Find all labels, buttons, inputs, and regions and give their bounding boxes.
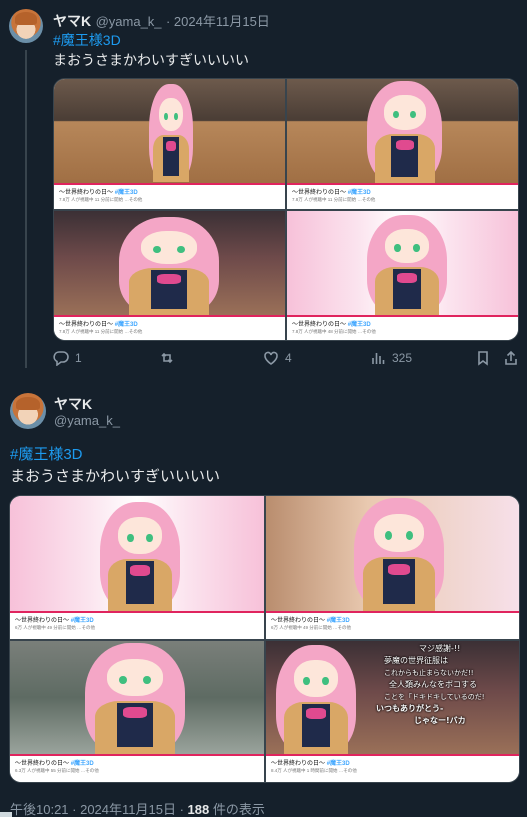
message-line: これからも止まらないかだ!! bbox=[384, 669, 474, 677]
character bbox=[367, 215, 447, 315]
author-handle[interactable]: @yama_k_ bbox=[96, 14, 162, 29]
tweet-text: まおうさまかわいすぎいいいい bbox=[53, 52, 249, 68]
view-count[interactable]: 188 bbox=[188, 802, 210, 817]
bookmark-icon bbox=[478, 351, 488, 366]
stream-info-bar: ～世界終わりの日～ #魔王3D 6万 人が視聴中 49 分前に開始 …その他 bbox=[266, 611, 519, 639]
stream-meta: 7.8万 人が視聴中 11 分前に開始 …その他 bbox=[59, 329, 143, 334]
video-frame bbox=[54, 211, 285, 315]
stream-info-bar: ～世界終わりの日～ #魔王3D 8.4万 人が視聴中 1 時間前に開始 …その他 bbox=[266, 754, 519, 782]
video-frame bbox=[10, 496, 264, 611]
message-line: じゃなー!バカ bbox=[414, 716, 466, 725]
reply-button[interactable]: 1 bbox=[53, 350, 82, 366]
character bbox=[149, 84, 193, 182]
hashtag-link[interactable]: #魔王様3D bbox=[10, 443, 83, 464]
stream-info-bar: ～世界終わりの日～ #魔王3D 7.8万 人が視聴中 11 分前に開始 …その他 bbox=[54, 315, 285, 340]
stream-tag: #魔王3D bbox=[114, 190, 138, 196]
share-button[interactable] bbox=[503, 350, 519, 366]
like-count: 4 bbox=[285, 351, 292, 365]
views-count: 325 bbox=[392, 351, 413, 365]
media-grid: ～世界終わりの日～ #魔王3D 6万 人が視聴中 49 分前に開始 …その他 ～… bbox=[9, 495, 520, 783]
media-item[interactable]: ～世界終わりの日～ #魔王3D 6万 人が視聴中 49 分前に開始 …その他 bbox=[10, 496, 264, 639]
stream-meta: 8.4万 人が視聴中 1 時間前に開始 …その他 bbox=[271, 768, 357, 773]
avatar[interactable] bbox=[9, 9, 43, 43]
author-handle[interactable]: @yama_k_ bbox=[54, 413, 120, 428]
tweet-date[interactable]: · 2024年11月15日 bbox=[166, 14, 270, 29]
stream-meta: 7.8万 人が視聴中 11 分前に開始 …その他 bbox=[292, 197, 376, 202]
hashtag-link[interactable]: #魔王様3D bbox=[53, 30, 121, 50]
character bbox=[354, 498, 444, 611]
stream-meta: 7.8万 人が視聴中 11 分前に開始 …その他 bbox=[59, 197, 143, 202]
video-frame bbox=[287, 211, 518, 315]
handwritten-message: マジ感謝-!! 夢魔の世界征服は これからも止まらないかだ!! 全人類みんなをボ… bbox=[364, 643, 516, 751]
stream-title: ～世界終わりの日～ bbox=[292, 322, 347, 328]
media-item[interactable]: ～世界終わりの日～ #魔王3D 6万 人が視聴中 49 分前に開始 …その他 bbox=[266, 496, 519, 639]
stream-meta: 7.8万 人が視聴中 48 分前に開始 …その他 bbox=[292, 329, 376, 334]
stream-tag: #魔王3D bbox=[114, 322, 138, 328]
stream-title: ～世界終わりの日～ bbox=[59, 322, 114, 328]
share-icon bbox=[505, 350, 517, 365]
stream-tag: #魔王3D bbox=[70, 761, 94, 767]
stream-meta: 6万 人が視聴中 49 分前に開始 …その他 bbox=[15, 625, 96, 630]
stream-info-bar: ～世界終わりの日～ #魔王3D 7.8万 人が視聴中 11 分前に開始 …その他 bbox=[54, 183, 285, 209]
video-frame bbox=[54, 79, 285, 183]
video-frame bbox=[10, 641, 264, 754]
scrollbar-corner bbox=[0, 812, 12, 817]
views-button[interactable]: 325 bbox=[370, 350, 412, 366]
reply-count: 1 bbox=[75, 351, 82, 365]
stream-title: ～世界終わりの日～ bbox=[15, 761, 70, 767]
stream-title: ～世界終わりの日～ bbox=[59, 190, 114, 196]
stream-title: ～世界終わりの日～ bbox=[271, 618, 326, 624]
video-frame: マジ感謝-!! 夢魔の世界征服は これからも止まらないかだ!! 全人類みんなをボ… bbox=[266, 641, 519, 754]
bar-chart-icon bbox=[372, 353, 385, 364]
thread-line bbox=[25, 50, 27, 368]
like-button[interactable]: 4 bbox=[263, 350, 292, 366]
media-item[interactable]: ～世界終わりの日～ #魔王3D 7.8万 人が視聴中 11 分前に開始 …その他 bbox=[54, 211, 285, 340]
character bbox=[367, 81, 442, 183]
tweet-text: まおうさまかわいすぎいいいい bbox=[10, 468, 221, 485]
character bbox=[100, 502, 180, 611]
tweet-timestamp-views: 午後10:21 · 2024年11月15日 · 188 件の表示 bbox=[10, 799, 265, 817]
retweet-button[interactable] bbox=[159, 350, 181, 366]
message-line: いつもありがとう- bbox=[376, 704, 444, 713]
message-line: 全人類みんなをボコする bbox=[389, 680, 477, 689]
media-item[interactable]: ～世界終わりの日～ #魔王3D 7.8万 人が視聴中 11 分前に開始 …その他 bbox=[54, 79, 285, 209]
author-name[interactable]: ヤマK bbox=[53, 13, 91, 29]
author-name[interactable]: ヤマK bbox=[54, 394, 92, 414]
stream-tag: #魔王3D bbox=[347, 322, 371, 328]
action-bar: 1 4 325 bbox=[53, 350, 523, 372]
stream-meta: 6万 人が視聴中 49 分前に開始 …その他 bbox=[271, 625, 352, 630]
media-grid: ～世界終わりの日～ #魔王3D 7.8万 人が視聴中 11 分前に開始 …その他… bbox=[53, 78, 519, 341]
stream-tag: #魔王3D bbox=[347, 190, 371, 196]
stream-title: ～世界終わりの日～ bbox=[271, 761, 326, 767]
character bbox=[119, 217, 219, 315]
stream-title: ～世界終わりの日～ bbox=[15, 618, 70, 624]
stream-tag: #魔王3D bbox=[326, 761, 350, 767]
video-frame bbox=[266, 496, 519, 611]
avatar[interactable] bbox=[10, 393, 46, 429]
stream-info-bar: ～世界終わりの日～ #魔王3D 6万 人が視聴中 49 分前に開始 …その他 bbox=[10, 611, 264, 639]
stream-meta: 6.3万 人が視聴中 55 分前に開始 …その他 bbox=[15, 768, 99, 773]
stream-info-bar: ～世界終わりの日～ #魔王3D 7.8万 人が視聴中 48 分前に開始 …その他 bbox=[287, 315, 518, 340]
character bbox=[276, 645, 356, 754]
stream-tag: #魔王3D bbox=[326, 618, 350, 624]
media-item[interactable]: マジ感謝-!! 夢魔の世界征服は これからも止まらないかだ!! 全人類みんなをボ… bbox=[266, 641, 519, 782]
video-frame bbox=[287, 79, 518, 183]
bookmark-button[interactable] bbox=[475, 350, 491, 366]
view-label: 件の表示 bbox=[212, 802, 265, 817]
message-line: ことを「ドキドキしているのだ! bbox=[384, 693, 485, 701]
stream-info-bar: ～世界終わりの日～ #魔王3D 7.8万 人が視聴中 11 分前に開始 …その他 bbox=[287, 183, 518, 209]
timestamp[interactable]: 午後10:21 · 2024年11月15日 · bbox=[10, 802, 184, 817]
stream-info-bar: ～世界終わりの日～ #魔王3D 6.3万 人が視聴中 55 分前に開始 …その他 bbox=[10, 754, 264, 782]
character bbox=[85, 643, 185, 754]
stream-title: ～世界終わりの日～ bbox=[292, 190, 347, 196]
message-line: 夢魔の世界征服は bbox=[384, 656, 448, 665]
media-item[interactable]: ～世界終わりの日～ #魔王3D 7.8万 人が視聴中 11 分前に開始 …その他 bbox=[287, 79, 518, 209]
stream-tag: #魔王3D bbox=[70, 618, 94, 624]
reply-icon bbox=[53, 351, 69, 366]
message-line: マジ感謝-!! bbox=[419, 644, 461, 653]
retweet-icon bbox=[161, 352, 173, 364]
heart-icon bbox=[264, 351, 278, 365]
media-item[interactable]: ～世界終わりの日～ #魔王3D 6.3万 人が視聴中 55 分前に開始 …その他 bbox=[10, 641, 264, 782]
media-item[interactable]: ～世界終わりの日～ #魔王3D 7.8万 人が視聴中 48 分前に開始 …その他 bbox=[287, 211, 518, 340]
